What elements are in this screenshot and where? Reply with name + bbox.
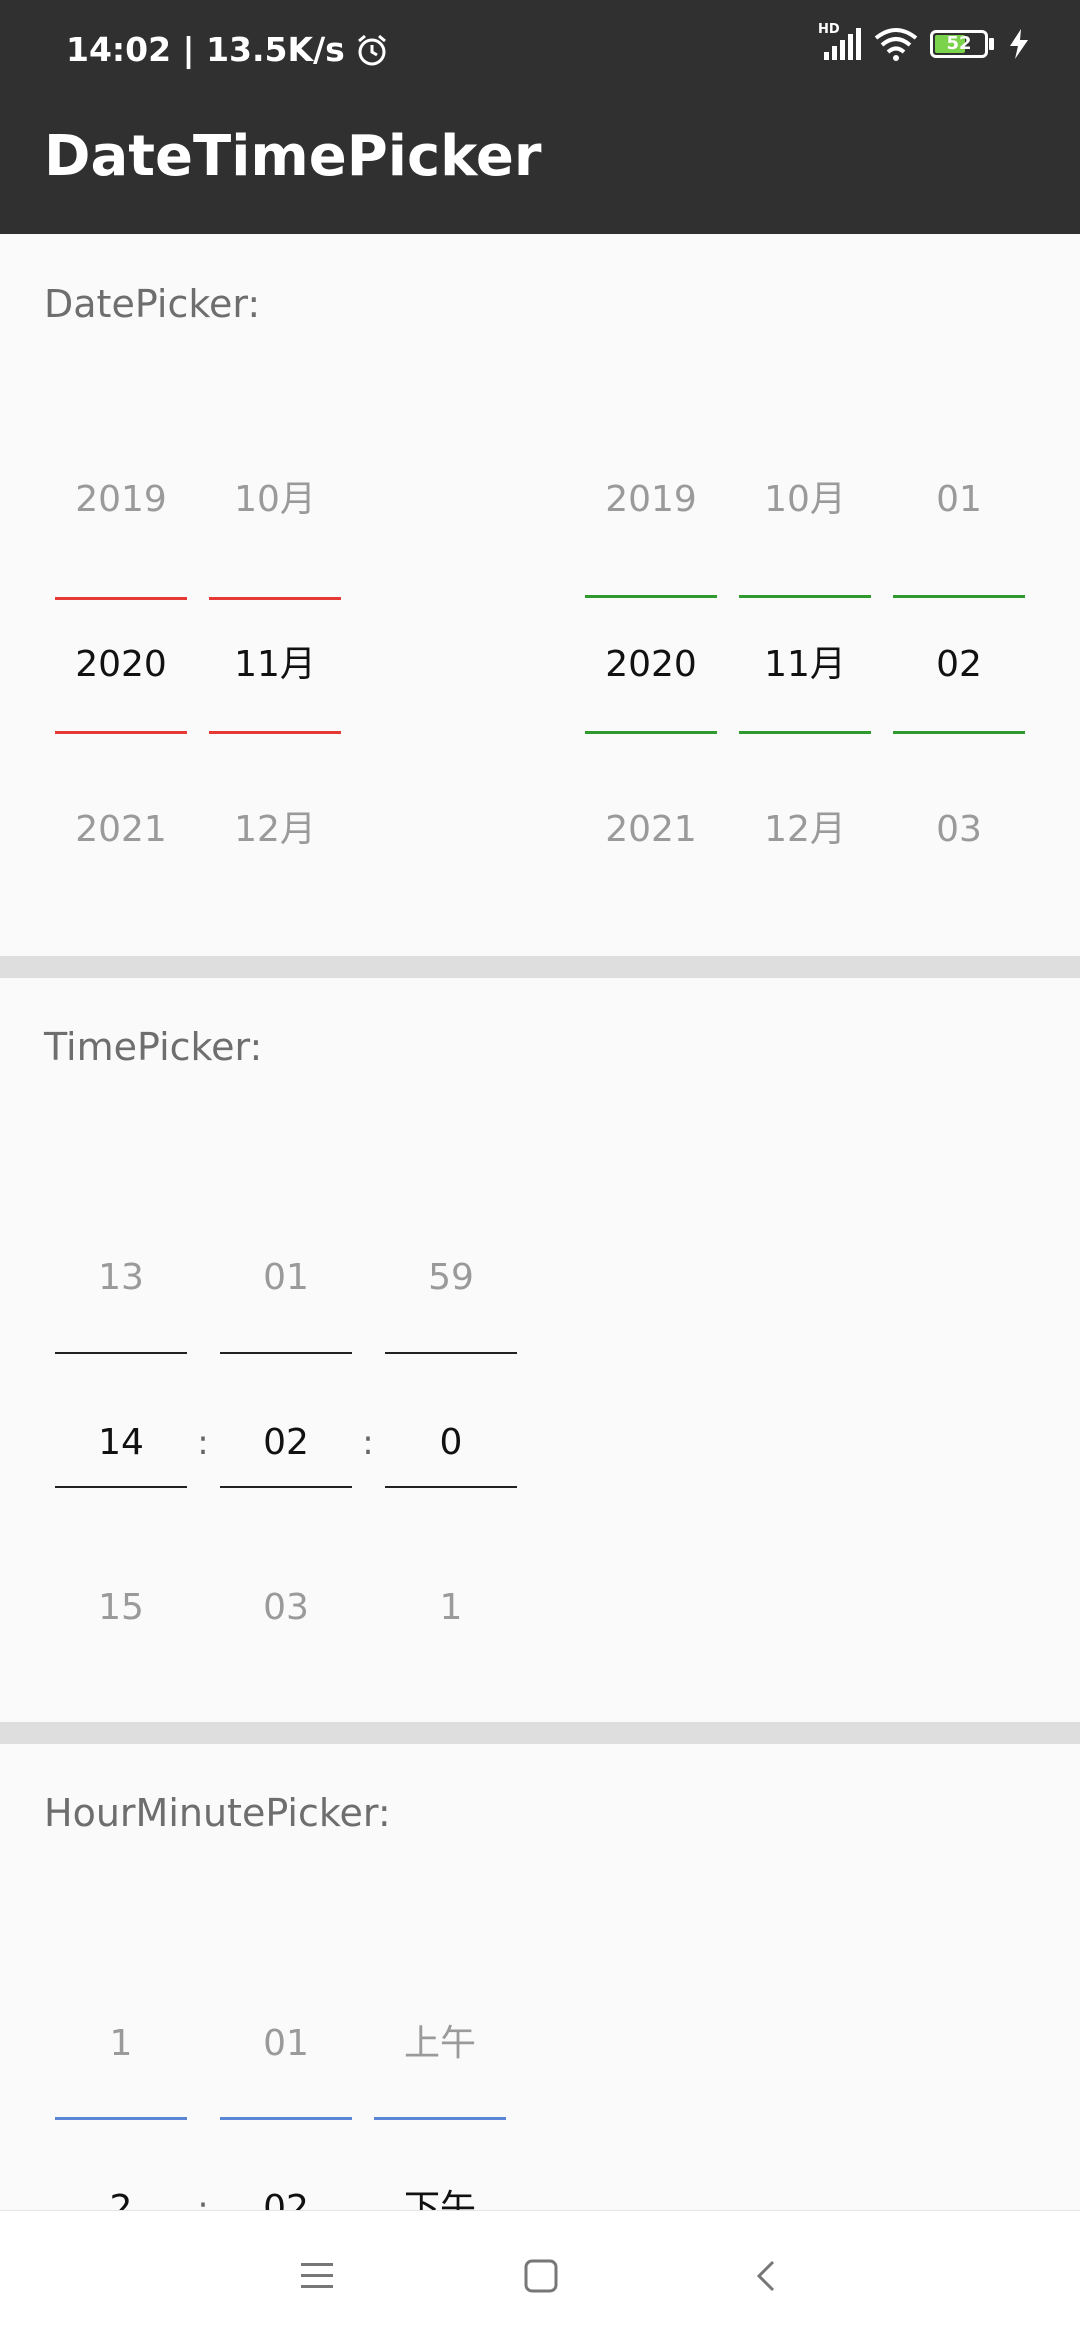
recent-apps-button[interactable] xyxy=(294,2253,340,2299)
picker-item-selected[interactable]: 2 xyxy=(55,2187,187,2210)
picker-item-next[interactable]: 2021 xyxy=(585,808,717,852)
selection-line-bottom xyxy=(739,731,871,734)
section-divider xyxy=(0,1722,1080,1744)
time-separator: : xyxy=(197,2189,209,2210)
hm-minute-column[interactable]: 01 02 xyxy=(220,1744,352,2210)
picker-item-selected[interactable]: 02 xyxy=(893,643,1025,687)
wifi-icon xyxy=(874,28,918,61)
selection-line-top xyxy=(209,597,341,600)
picker-item-prev[interactable]: 1 xyxy=(55,2022,187,2066)
status-time-speed: 14:02 | 13.5K/s xyxy=(66,30,345,69)
home-icon xyxy=(524,2259,558,2293)
selection-line-top xyxy=(585,595,717,598)
battery-level: 52 xyxy=(946,33,972,54)
home-button[interactable] xyxy=(518,2253,564,2299)
selection-line-bottom xyxy=(893,731,1025,734)
app-title: DateTimePicker xyxy=(44,124,542,189)
hm-ampm-column[interactable]: 上午 下午 xyxy=(374,1744,506,2210)
picker-item-next[interactable]: 2021 xyxy=(55,808,187,852)
selection-line-top xyxy=(220,1352,352,1354)
selection-line-top xyxy=(385,1352,517,1354)
picker-item-selected[interactable]: 2020 xyxy=(585,643,717,687)
alarm-icon xyxy=(357,34,386,66)
time-hour-column[interactable]: 13 14 15 xyxy=(55,978,187,1722)
picker-item-prev[interactable]: 10月 xyxy=(209,478,341,522)
selection-line-bottom xyxy=(220,1486,352,1488)
picker-item-prev[interactable]: 01 xyxy=(893,478,1025,522)
navigation-bar xyxy=(0,2210,1080,2341)
picker-item-selected[interactable]: 14 xyxy=(55,1421,187,1465)
picker-item-prev[interactable]: 2019 xyxy=(585,478,717,522)
top-bar: 14:02 | 13.5K/s HD 52 DateTimePicker xyxy=(0,0,1080,234)
date-right-month-column[interactable]: 10月 11月 12月 xyxy=(739,234,871,956)
picker-item-selected[interactable]: 2020 xyxy=(55,643,187,687)
picker-item-prev[interactable]: 59 xyxy=(385,1256,517,1300)
picker-item-selected[interactable]: 0 xyxy=(385,1421,517,1465)
time-second-column[interactable]: 59 0 1 xyxy=(385,978,517,1722)
hm-hour-column[interactable]: 1 2 xyxy=(55,1744,187,2210)
date-left-month-column[interactable]: 10月 11月 12月 xyxy=(209,234,341,956)
selection-line-top xyxy=(739,595,871,598)
time-separator: : xyxy=(197,1423,209,1463)
picker-item-selected[interactable]: 下午 xyxy=(374,2187,506,2210)
picker-item-prev[interactable]: 01 xyxy=(220,2022,352,2066)
date-right-year-column[interactable]: 2019 2020 2021 xyxy=(585,234,717,956)
selection-line-top xyxy=(893,595,1025,598)
status-bar-left: 14:02 | 13.5K/s xyxy=(66,28,389,72)
selection-line-top xyxy=(55,1352,187,1354)
picker-item-next[interactable]: 03 xyxy=(220,1586,352,1630)
picker-item-selected[interactable]: 02 xyxy=(220,1421,352,1465)
section-divider xyxy=(0,956,1080,978)
status-bar-right: HD 52 xyxy=(818,22,1030,62)
selection-line-bottom xyxy=(385,1486,517,1488)
picker-item-selected[interactable]: 11月 xyxy=(209,643,341,687)
picker-item-selected[interactable]: 11月 xyxy=(739,643,871,687)
selection-line-bottom xyxy=(209,731,341,734)
back-icon xyxy=(756,2260,775,2292)
time-minute-column[interactable]: 01 02 03 xyxy=(220,978,352,1722)
hour-minute-picker-section: HourMinutePicker: 1 2 : 01 02 上午 下午 xyxy=(0,1744,1080,2210)
picker-item-prev[interactable]: 13 xyxy=(55,1256,187,1300)
picker-item-prev[interactable]: 2019 xyxy=(55,478,187,522)
menu-icon xyxy=(301,2263,333,2288)
picker-item-selected[interactable]: 02 xyxy=(220,2187,352,2210)
date-picker-section: DatePicker: 2019 2020 2021 10月 11月 12月 2… xyxy=(0,234,1080,956)
selection-line-top xyxy=(220,2117,352,2120)
picker-item-next[interactable]: 1 xyxy=(385,1586,517,1630)
picker-item-next[interactable]: 15 xyxy=(55,1586,187,1630)
picker-item-prev[interactable]: 上午 xyxy=(374,2022,506,2066)
selection-line-top xyxy=(374,2117,506,2120)
picker-item-next[interactable]: 12月 xyxy=(209,808,341,852)
selection-line-bottom xyxy=(585,731,717,734)
time-picker-section: TimePicker: 13 14 15 : 01 02 03 : 59 0 1 xyxy=(0,978,1080,1722)
date-left-year-column[interactable]: 2019 2020 2021 xyxy=(55,234,187,956)
back-button[interactable] xyxy=(744,2253,790,2299)
selection-line-top xyxy=(55,597,187,600)
selection-line-top xyxy=(55,2117,187,2120)
time-separator: : xyxy=(362,1423,374,1463)
picker-item-next[interactable]: 12月 xyxy=(739,808,871,852)
picker-item-prev[interactable]: 10月 xyxy=(739,478,871,522)
charging-icon xyxy=(1010,29,1028,59)
picker-item-next[interactable]: 03 xyxy=(893,808,1025,852)
selection-line-bottom xyxy=(55,1486,187,1488)
signal-icon: HD xyxy=(818,22,862,62)
selection-line-bottom xyxy=(55,731,187,734)
date-right-day-column[interactable]: 01 02 03 xyxy=(893,234,1025,956)
battery-icon: 52 xyxy=(930,28,996,60)
picker-item-prev[interactable]: 01 xyxy=(220,1256,352,1300)
